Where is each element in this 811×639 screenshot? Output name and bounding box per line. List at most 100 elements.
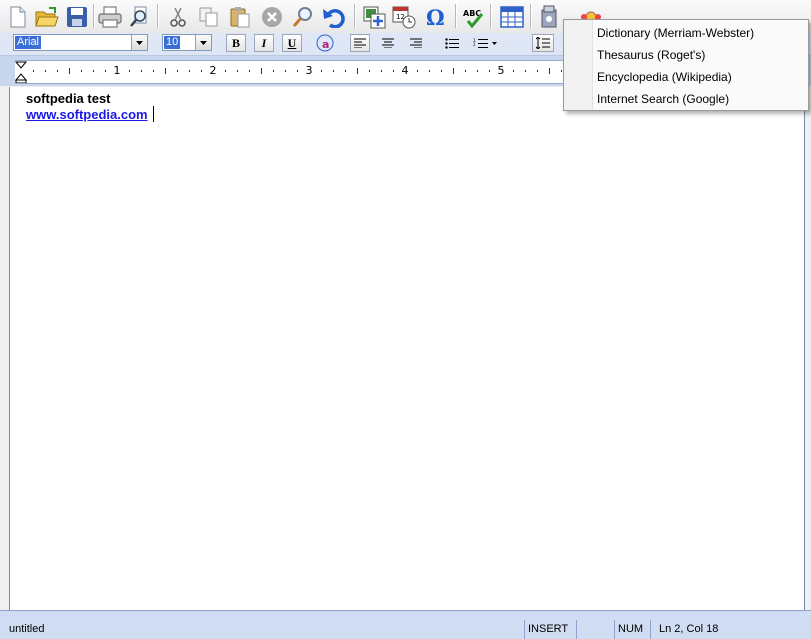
font-size-combo[interactable]: 10 [162,34,212,51]
font-size-value: 10 [164,36,181,49]
spell-check-icon: ABC [463,9,483,28]
ruler-tick [129,70,130,72]
chevron-down-icon[interactable] [195,35,211,50]
print-button[interactable] [96,3,123,30]
text-color-button[interactable]: a [315,34,335,52]
insert-symbol-button[interactable]: Ω [421,3,448,30]
ruler-tick [321,70,322,72]
undo-button[interactable] [320,3,347,30]
svg-text:2: 2 [473,42,476,47]
open-folder-icon [34,6,59,26]
ruler-tick [393,70,394,72]
ruler-tick [381,70,382,72]
ruler-tick [549,68,550,74]
cut-button[interactable] [164,3,191,30]
ruler-tick [201,70,202,72]
chevron-down-icon[interactable] [131,35,147,50]
align-right-button[interactable] [406,34,426,52]
undo-icon [322,8,345,28]
ruler-tick [81,70,82,72]
menu-item-encyclopedia[interactable]: Encyclopedia (Wikipedia) [597,70,732,84]
save-button[interactable] [63,3,90,30]
svg-text:a: a [322,38,329,51]
ruler-tick [417,70,418,72]
ruler-tick [561,70,562,72]
bullet-list-button[interactable] [442,34,462,52]
indent-marker-icon[interactable] [15,61,27,83]
menu-item-thesaurus[interactable]: Thesaurus (Roget's) [597,48,705,62]
tools-button[interactable] [536,3,563,30]
ruler-tick [489,70,490,72]
save-icon [66,6,87,27]
insert-date-time-button[interactable]: 12 [390,3,417,30]
print-preview-icon [129,6,146,27]
ruler-tick [57,70,58,72]
find-button[interactable] [289,3,316,30]
align-right-icon [410,38,422,48]
line-spacing-button[interactable] [532,34,554,52]
paste-button[interactable] [226,3,253,30]
ruler-tick [153,70,154,72]
status-filename: untitled [9,623,45,635]
ruler-tick [177,70,178,72]
new-document-button[interactable] [3,3,30,30]
ruler-number: 5 [497,64,505,77]
status-insert-mode: INSERT [524,620,574,639]
ruler-tick [189,70,190,72]
align-left-button[interactable] [350,34,370,52]
ruler-tick [477,70,478,72]
bold-button[interactable]: B [226,34,246,52]
ruler-tick [465,70,466,72]
status-cursor-position: Ln 2, Col 18 [650,620,805,639]
tools-icon [541,5,556,27]
ruler-tick [345,70,346,72]
ruler-tick [45,70,46,72]
align-center-button[interactable] [378,34,398,52]
ruler-tick [225,70,226,72]
ruler-tick [273,70,274,72]
align-left-icon [354,38,366,48]
spell-check-button[interactable]: ABC [460,3,487,30]
ruler-number: 1 [113,64,121,77]
open-button[interactable] [33,3,60,30]
font-name-value: Arial [15,36,42,49]
ruler-number: 3 [305,64,313,77]
text-caret [153,106,154,122]
table-button[interactable] [498,3,525,30]
document-link[interactable]: www.softpedia.com [26,107,148,122]
ruler-tick [105,70,106,72]
copy-button[interactable] [195,3,222,30]
new-document-icon [10,6,25,27]
delete-button[interactable] [258,3,285,30]
underline-button[interactable]: U [282,34,302,52]
numbered-list-button[interactable]: 12 [470,34,500,52]
menu-item-dictionary[interactable]: Dictionary (Merriam-Webster) [597,26,754,40]
ruler-tick [369,70,370,72]
font-name-combo[interactable]: Arial [13,34,148,51]
calendar-clock-icon: 12 [392,6,415,28]
line-spacing-icon [536,37,550,49]
numbered-list-icon: 12 [473,38,497,48]
ruler-tick [69,68,70,74]
ruler-tick [357,68,358,74]
omega-icon: Ω [426,6,445,28]
ruler-tick [33,70,34,72]
italic-button[interactable]: I [254,34,274,52]
ruler-tick [141,70,142,72]
ruler-tick [537,70,538,72]
document-editor[interactable]: softpedia test www.softpedia.com [9,87,805,610]
ruler[interactable]: 1 2 3 4 5 [15,60,575,84]
ruler-tick [249,70,250,72]
ruler-tick [165,68,166,74]
ruler-tick [441,70,442,72]
status-bar: untitled INSERT NUM Ln 2, Col 18 [0,610,811,639]
printer-icon [98,6,121,27]
insert-picture-button[interactable] [360,3,387,30]
ruler-number: 2 [209,64,217,77]
ruler-tick [237,70,238,72]
print-preview-button[interactable] [126,3,153,30]
document-text-line[interactable]: softpedia test [26,91,111,106]
ruler-tick [429,70,430,72]
ruler-tick [333,70,334,72]
menu-item-internet-search[interactable]: Internet Search (Google) [597,92,729,106]
